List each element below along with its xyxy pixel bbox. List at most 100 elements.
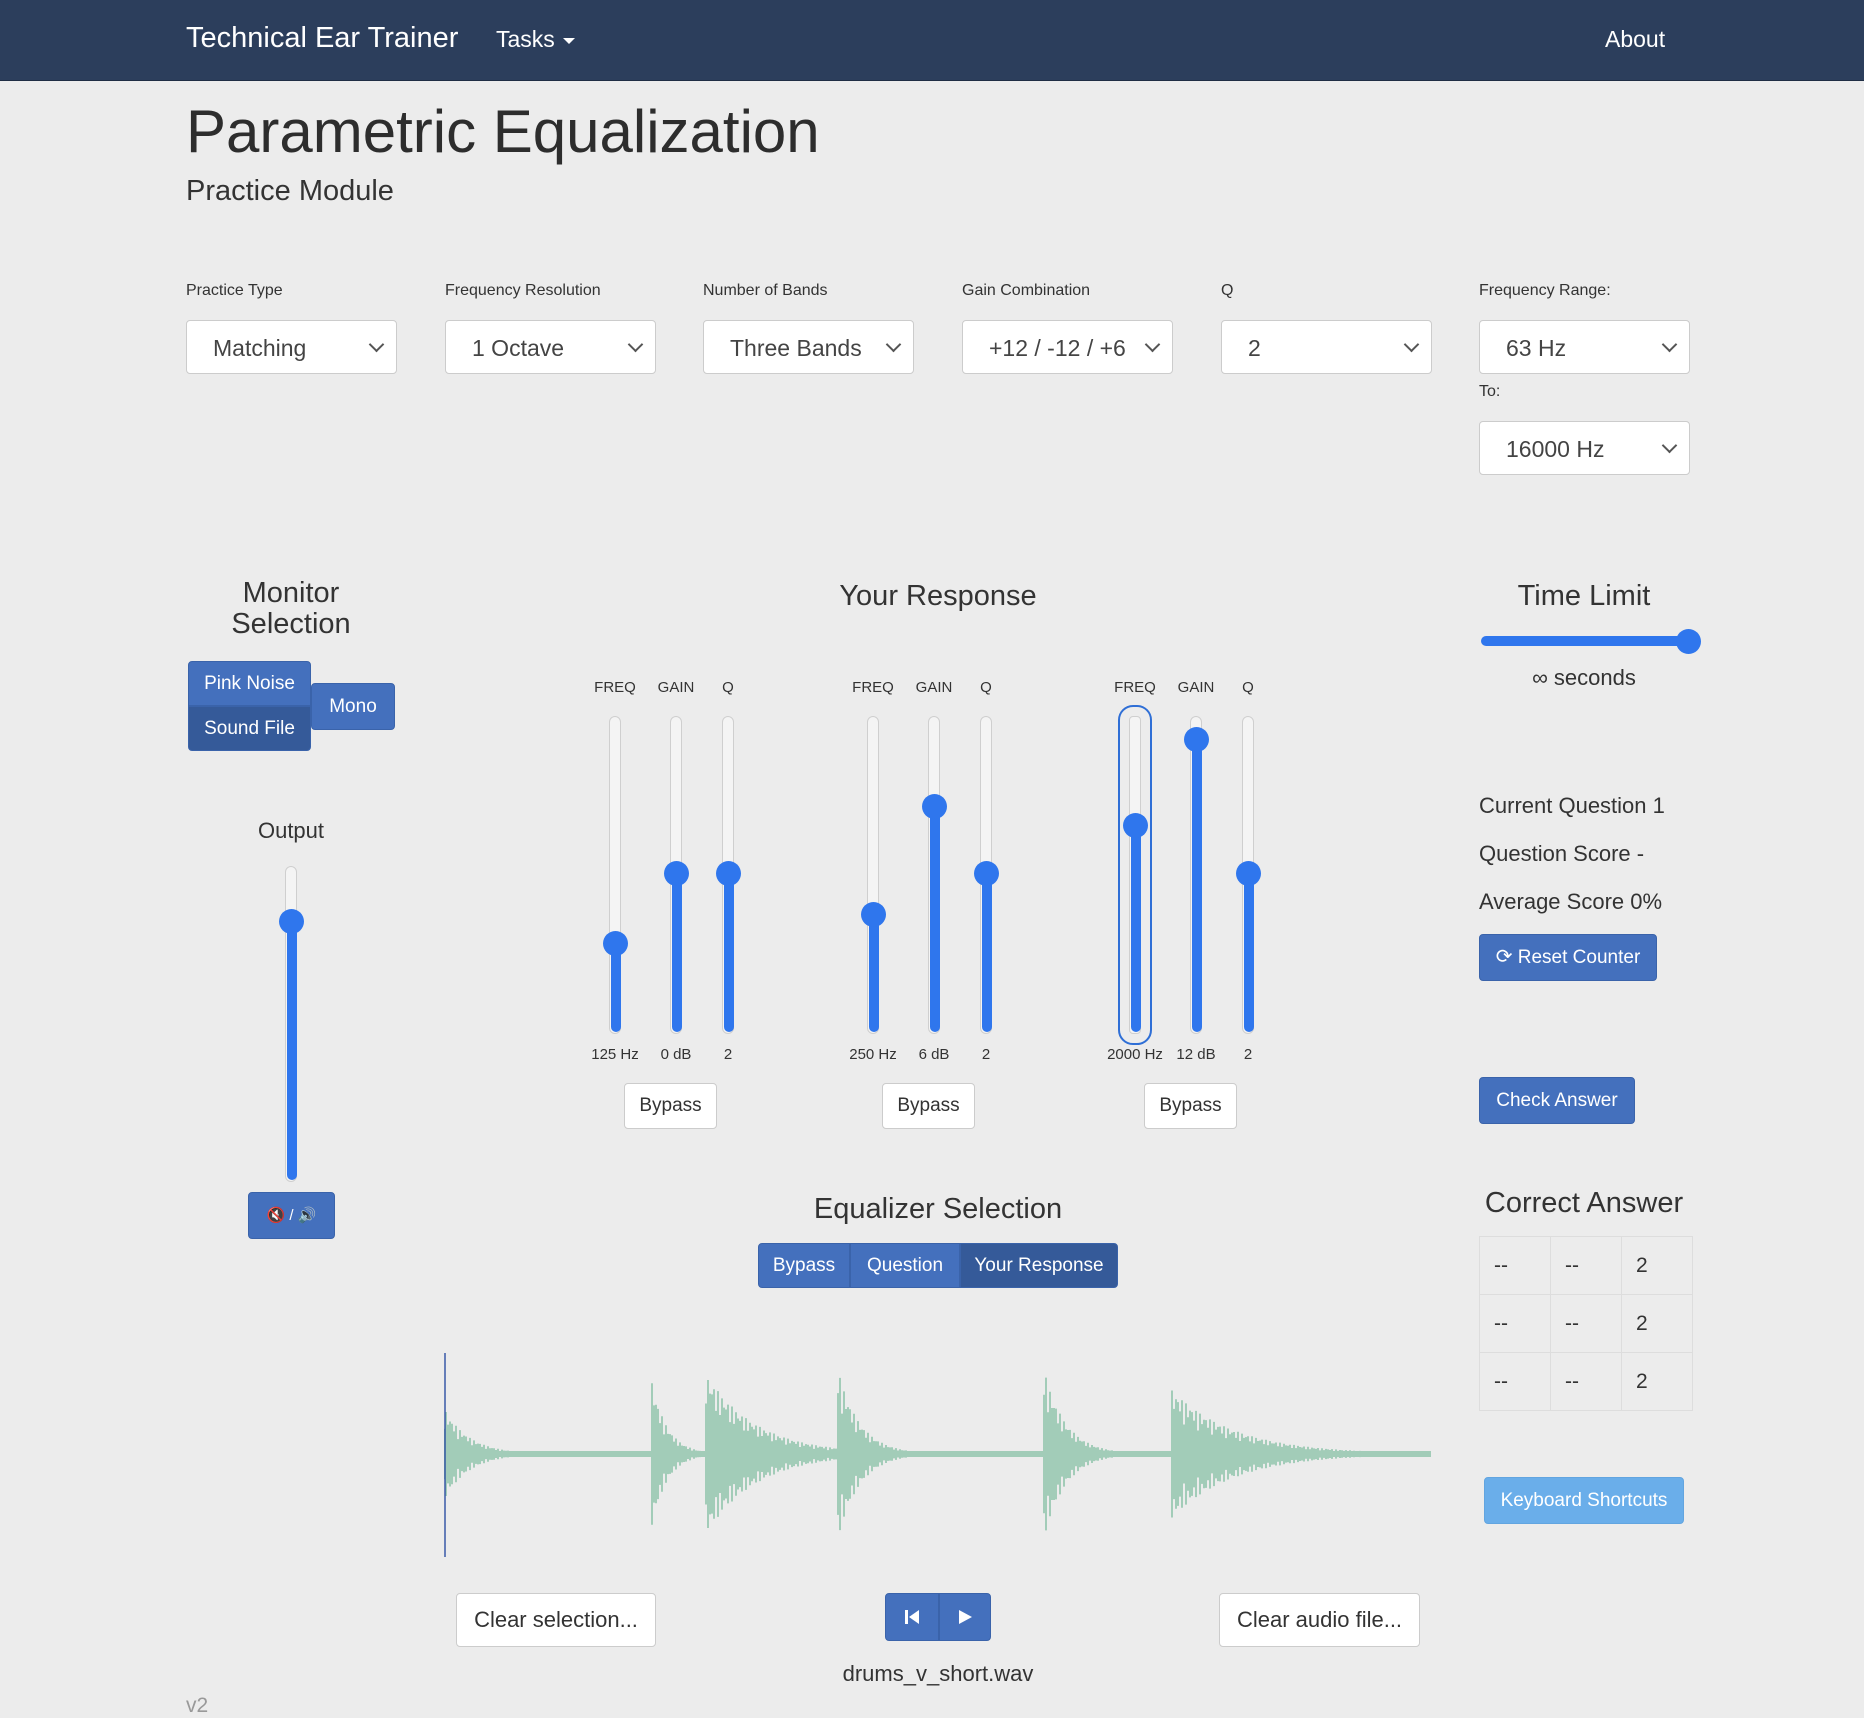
slider-thumb[interactable]	[1236, 861, 1261, 886]
check-answer-button[interactable]: Check Answer	[1479, 1077, 1635, 1124]
tasks-label: Tasks	[496, 26, 555, 52]
slider-fill	[1192, 739, 1202, 1032]
chevron-down-icon	[1144, 336, 1161, 353]
question-score: Question Score -	[1479, 841, 1645, 866]
gain-combination-value: +12 / -12 / +6	[989, 335, 1126, 361]
eq-question-button[interactable]: Question	[850, 1243, 960, 1288]
mono-button[interactable]: Mono	[311, 683, 395, 730]
clear-selection-button[interactable]: Clear selection...	[456, 1593, 656, 1647]
band-1-freq-slider[interactable]	[603, 716, 628, 1034]
clear-audio-file-button[interactable]: Clear audio file...	[1219, 1593, 1420, 1647]
brand-link[interactable]: Technical Ear Trainer	[186, 22, 458, 55]
eq-your-response-button[interactable]: Your Response	[960, 1243, 1118, 1288]
skip-to-start-button[interactable]	[885, 1593, 939, 1641]
sound-file-button[interactable]: Sound File	[188, 706, 311, 751]
output-slider-thumb[interactable]	[279, 909, 304, 934]
slider-fill	[611, 943, 621, 1032]
frequency-resolution-value: 1 Octave	[472, 335, 565, 361]
band-3-bypass-button[interactable]: Bypass	[1144, 1083, 1237, 1129]
band-1-bypass-button[interactable]: Bypass	[624, 1083, 717, 1129]
practice-type-label: Practice Type	[186, 282, 283, 299]
version-label: v2	[186, 1694, 209, 1717]
correct-answer-title: Correct Answer	[1484, 1187, 1684, 1219]
time-limit-value: ∞ seconds	[1532, 665, 1636, 690]
eq-bypass-button[interactable]: Bypass	[758, 1243, 850, 1288]
mute-toggle-button[interactable]: 🔇 / 🔊	[248, 1192, 335, 1239]
frequency-range-from-value: 63 Hz	[1506, 335, 1567, 361]
number-of-bands-select[interactable]: Three Bands	[703, 320, 914, 374]
output-slider-fill	[287, 921, 297, 1180]
frequency-range-to-label: To:	[1479, 383, 1501, 400]
slider-thumb[interactable]	[716, 861, 741, 886]
about-link[interactable]: About	[1605, 26, 1665, 53]
table-cell: 2	[1621, 1352, 1693, 1411]
frequency-range-from-select[interactable]: 63 Hz	[1479, 320, 1690, 374]
band-3-q-label: Q	[1242, 679, 1254, 696]
audio-filename: drums_v_short.wav	[842, 1661, 1034, 1686]
band-3-q-value: 2	[1243, 1046, 1253, 1063]
chevron-down-icon	[627, 336, 644, 353]
pink-noise-button[interactable]: Pink Noise	[188, 661, 311, 706]
gain-combination-select[interactable]: +12 / -12 / +6	[962, 320, 1173, 374]
chevron-down-icon	[368, 336, 385, 353]
play-button[interactable]	[939, 1593, 991, 1641]
band-2-bypass-button[interactable]: Bypass	[882, 1083, 975, 1129]
slider-fill	[724, 873, 734, 1032]
slider-fill	[672, 873, 682, 1032]
table-cell: --	[1550, 1236, 1622, 1295]
equalizer-selection-title: Equalizer Selection	[813, 1193, 1063, 1225]
current-question: Current Question 1	[1479, 793, 1665, 818]
refresh-icon: ⟳	[1495, 946, 1513, 968]
band-3-gain-slider[interactable]	[1184, 716, 1209, 1034]
band-2-q-slider[interactable]	[974, 716, 999, 1034]
slider-thumb[interactable]	[922, 794, 947, 819]
tasks-dropdown[interactable]: Tasks	[496, 26, 575, 53]
practice-type-select[interactable]: Matching	[186, 320, 397, 374]
average-score: Average Score 0%	[1479, 889, 1663, 914]
slider-thumb[interactable]	[1184, 727, 1209, 752]
band-2-freq-label: FREQ	[852, 679, 894, 696]
output-slider[interactable]	[279, 866, 304, 1182]
keyboard-shortcuts-button[interactable]: Keyboard Shortcuts	[1484, 1477, 1684, 1524]
q-select[interactable]: 2	[1221, 320, 1432, 374]
frequency-range-to-value: 16000 Hz	[1506, 436, 1605, 462]
chevron-down-icon	[1403, 336, 1420, 353]
time-limit-slider-thumb[interactable]	[1676, 629, 1701, 654]
your-response-title: Your Response	[839, 580, 1037, 612]
band-3-q-slider[interactable]	[1236, 716, 1261, 1034]
slider-fill	[1131, 825, 1141, 1032]
table-cell: --	[1479, 1236, 1551, 1295]
slider-thumb[interactable]	[1123, 813, 1148, 838]
q-label: Q	[1221, 282, 1234, 299]
table-row: -- -- 2	[1479, 1294, 1693, 1353]
slider-thumb[interactable]	[603, 931, 628, 956]
page-title: Parametric Equalization	[186, 98, 820, 165]
table-cell: --	[1479, 1352, 1551, 1411]
slider-fill	[930, 806, 940, 1032]
band-2-gain-slider[interactable]	[922, 716, 947, 1034]
band-2-freq-slider[interactable]	[861, 716, 886, 1034]
frequency-range-to-select[interactable]: 16000 Hz	[1479, 421, 1690, 475]
slider-thumb[interactable]	[664, 861, 689, 886]
table-row: -- -- 2	[1479, 1352, 1693, 1411]
reset-counter-button[interactable]: ⟳ Reset Counter	[1479, 934, 1657, 981]
q-value: 2	[1248, 335, 1261, 361]
band-1-q-slider[interactable]	[716, 716, 741, 1034]
band-2-q-label: Q	[980, 679, 992, 696]
chevron-down-icon	[1661, 437, 1678, 454]
table-cell: --	[1550, 1352, 1622, 1411]
waveform-display[interactable]	[444, 1350, 1432, 1560]
reset-counter-label: Reset Counter	[1517, 947, 1641, 968]
table-cell: --	[1550, 1294, 1622, 1353]
table-row: -- -- 2	[1479, 1236, 1693, 1295]
caret-down-icon	[562, 37, 575, 44]
time-limit-slider[interactable]	[1481, 629, 1701, 654]
slider-thumb[interactable]	[861, 902, 886, 927]
table-cell: 2	[1621, 1236, 1693, 1295]
band-1-gain-slider[interactable]	[664, 716, 689, 1034]
slider-thumb[interactable]	[974, 861, 999, 886]
chevron-down-icon	[1661, 336, 1678, 353]
gain-combination-label: Gain Combination	[962, 282, 1091, 299]
frequency-resolution-select[interactable]: 1 Octave	[445, 320, 656, 374]
band-3-freq-slider[interactable]	[1118, 705, 1152, 1045]
